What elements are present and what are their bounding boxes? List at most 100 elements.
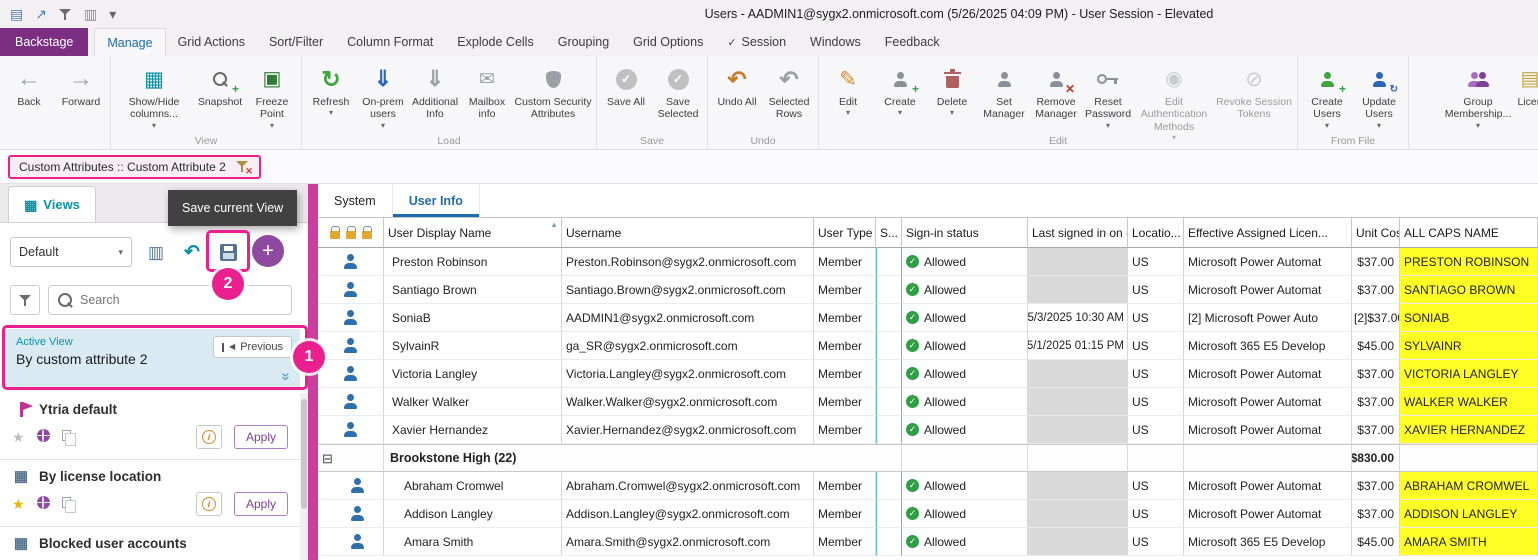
ribbon-tab-manage[interactable]: Manage [94, 28, 165, 56]
user-row[interactable]: SoniaBAADMIN1@sygx2.onmicrosoft.comMembe… [318, 304, 1538, 332]
ribbon-tab-session[interactable]: ✓Session [715, 28, 798, 56]
cell-sync[interactable] [876, 472, 902, 500]
cell-license[interactable]: Microsoft 365 E5 Develop [1184, 332, 1352, 360]
cell-license[interactable]: Microsoft Power Automat [1184, 416, 1352, 444]
columns-icon[interactable]: ▥ [84, 7, 97, 21]
cell-signin-status[interactable]: ✓Allowed [902, 248, 1028, 276]
ribbon-tab-grouping[interactable]: Grouping [546, 28, 621, 56]
save-all-button[interactable]: ✓Save All [600, 60, 652, 108]
active-filter-chip[interactable]: Custom Attributes :: Custom Attribute 2 … [8, 155, 261, 179]
cell-user-type[interactable]: Member [814, 276, 876, 304]
cell-all-caps-name[interactable]: SYLVAINR [1400, 332, 1538, 360]
reset-password-button[interactable]: Reset Password▾ [1082, 60, 1134, 130]
cell-sync[interactable] [876, 360, 902, 388]
column-header-user-display-name[interactable]: User Display Name▲ [384, 218, 562, 248]
cell-all-caps-name[interactable]: PRESTON ROBINSON [1400, 248, 1538, 276]
cell-last-signed-in[interactable] [1028, 276, 1128, 304]
filter-icon[interactable] [59, 8, 72, 21]
backstage-button[interactable]: Backstage [0, 28, 88, 56]
cell-all-caps-name[interactable]: ABRAHAM CROMWEL [1400, 472, 1538, 500]
cell-display-name[interactable]: SoniaB [384, 304, 562, 332]
cell-location[interactable]: US [1128, 388, 1184, 416]
view-list-item[interactable]: ▦By license location★iApply [0, 460, 300, 527]
user-row[interactable]: Victoria LangleyVictoria.Langley@sygx2.o… [318, 360, 1538, 388]
cell-license[interactable]: Microsoft Power Automat [1184, 248, 1352, 276]
cell-user-type[interactable]: Member [814, 332, 876, 360]
freeze-point-button[interactable]: ▣Freeze Point▾ [246, 60, 298, 130]
cell-display-name[interactable]: Walker Walker [384, 388, 562, 416]
selected-rows-button[interactable]: ↶Selected Rows [763, 60, 815, 121]
cell-all-caps-name[interactable]: ADDISON LANGLEY [1400, 500, 1538, 528]
cell-username[interactable]: Walker.Walker@sygx2.onmicrosoft.com [562, 388, 814, 416]
cell-unit-cost[interactable]: $45.00 [1352, 528, 1400, 556]
cell-signin-status[interactable]: ✓Allowed [902, 332, 1028, 360]
undo-all-button[interactable]: ↶Undo All [711, 60, 763, 108]
cell-location[interactable]: US [1128, 276, 1184, 304]
favorite-star-icon[interactable]: ★ [12, 430, 25, 444]
view-list-item[interactable]: ▦Blocked user accounts [0, 527, 300, 560]
clear-filter-icon[interactable]: ✕ [236, 160, 250, 174]
cell-username[interactable]: Preston.Robinson@sygx2.onmicrosoft.com [562, 248, 814, 276]
mailbox-info-button[interactable]: ✉Mailbox info [461, 60, 513, 121]
cell-unit-cost[interactable]: $37.00 [1352, 388, 1400, 416]
user-icon-cell[interactable] [318, 388, 384, 416]
user-icon-cell[interactable] [318, 500, 384, 528]
update-users-button[interactable]: ↻Update Users▾ [1353, 60, 1405, 130]
copy-icon[interactable] [62, 497, 71, 511]
cell-all-caps-name[interactable]: XAVIER HERNANDEZ [1400, 416, 1538, 444]
grid-tab-system[interactable]: System [318, 184, 393, 217]
remove-manager-button[interactable]: ✕Remove Manager [1030, 60, 1082, 121]
cell-display-name[interactable]: Preston Robinson [384, 248, 562, 276]
ribbon-tab-column-format[interactable]: Column Format [335, 28, 445, 56]
cell-license[interactable]: Microsoft Power Automat [1184, 388, 1352, 416]
cell-last-signed-in[interactable] [1028, 248, 1128, 276]
active-view-panel[interactable]: Active View By custom attribute 2 ◀ Prev… [6, 329, 300, 387]
user-row[interactable]: SylvainRga_SR@sygx2.onmicrosoft.comMembe… [318, 332, 1538, 360]
ribbon-tab-sort-filter[interactable]: Sort/Filter [257, 28, 335, 56]
save-view-button[interactable] [214, 239, 242, 265]
on-prem-users-button[interactable]: ⇓On-prem users▾ [357, 60, 409, 130]
user-row[interactable]: Walker WalkerWalker.Walker@sygx2.onmicro… [318, 388, 1538, 416]
add-view-button[interactable]: + [252, 235, 284, 267]
column-header-last-signed-in-on[interactable]: Last signed in on - ... [1028, 218, 1128, 248]
user-row[interactable]: Xavier HernandezXavier.Hernandez@sygx2.o… [318, 416, 1538, 444]
view-list-item[interactable]: Ytria default★iApply [0, 393, 300, 460]
cell-license[interactable]: Microsoft Power Automat [1184, 276, 1352, 304]
user-icon-cell[interactable] [318, 304, 384, 332]
set-manager-button[interactable]: Set Manager [978, 60, 1030, 121]
cell-location[interactable]: US [1128, 416, 1184, 444]
cell-signin-status[interactable]: ✓Allowed [902, 528, 1028, 556]
column-header-sign-in-status[interactable]: Sign-in status [902, 218, 1028, 248]
cell-username[interactable]: ga_SR@sygx2.onmicrosoft.com [562, 332, 814, 360]
cell-username[interactable]: Addison.Langley@sygx2.onmicrosoft.com [562, 500, 814, 528]
user-row[interactable]: Abraham CromwelAbraham.Cromwel@sygx2.onm… [318, 472, 1538, 500]
cell-username[interactable]: AADMIN1@sygx2.onmicrosoft.com [562, 304, 814, 332]
forward-button[interactable]: →Forward [55, 60, 107, 108]
user-icon-cell[interactable] [318, 416, 384, 444]
info-button[interactable]: i [196, 425, 222, 449]
apply-view-button[interactable]: Apply [234, 425, 288, 449]
ribbon-tab-grid-actions[interactable]: Grid Actions [166, 28, 257, 56]
cell-username[interactable]: Amara.Smith@sygx2.onmicrosoft.com [562, 528, 814, 556]
user-icon-cell[interactable] [318, 248, 384, 276]
cell-license[interactable]: [2] Microsoft Power Auto [1184, 304, 1352, 332]
cell-unit-cost[interactable]: $37.00 [1352, 276, 1400, 304]
user-icon-cell[interactable] [318, 332, 384, 360]
share-icon[interactable]: ↗ [35, 7, 47, 21]
cell-all-caps-name[interactable]: VICTORIA LANGLEY [1400, 360, 1538, 388]
cell-sync[interactable] [876, 416, 902, 444]
copy-icon[interactable] [62, 430, 71, 444]
edit-button[interactable]: ✎Edit▾ [822, 60, 874, 117]
cell-license[interactable]: Microsoft 365 E5 Develop [1184, 528, 1352, 556]
cell-last-signed-in[interactable] [1028, 528, 1128, 556]
cell-display-name[interactable]: Victoria Langley [384, 360, 562, 388]
cell-last-signed-in[interactable] [1028, 416, 1128, 444]
revoke-session-tokens-button[interactable]: ⊘Revoke Session Tokens [1214, 60, 1294, 121]
cell-all-caps-name[interactable]: WALKER WALKER [1400, 388, 1538, 416]
menu-icon[interactable]: ▾ [109, 7, 116, 21]
cell-signin-status[interactable]: ✓Allowed [902, 472, 1028, 500]
view-preset-select[interactable]: Default ▾ [10, 237, 132, 267]
cell-location[interactable]: US [1128, 248, 1184, 276]
collapse-group-icon[interactable]: ⊟ [322, 452, 333, 465]
cell-user-type[interactable]: Member [814, 304, 876, 332]
